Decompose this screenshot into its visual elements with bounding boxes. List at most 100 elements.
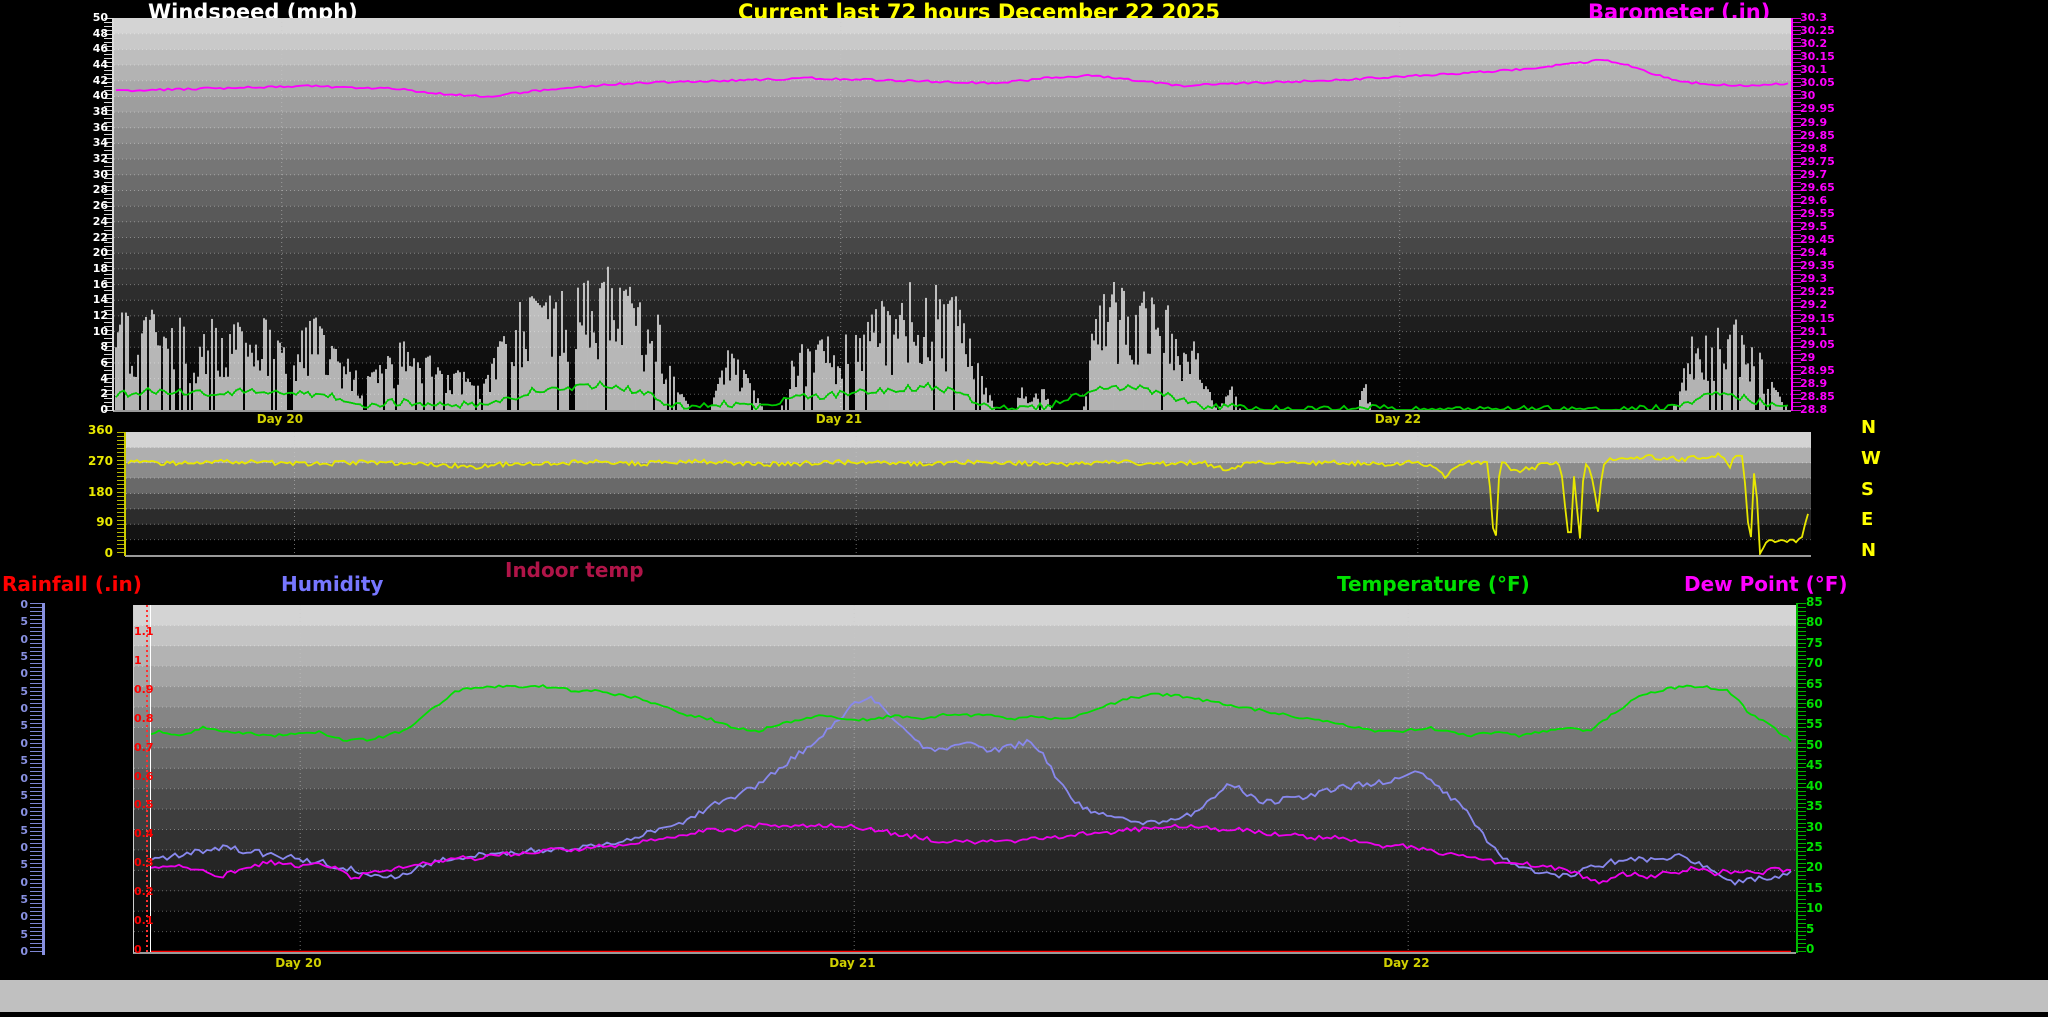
axis-tick-label: 29.8 xyxy=(1800,143,1827,154)
axis-tick-label: Day 20 xyxy=(275,958,321,969)
axis-tick-label: 5 xyxy=(20,755,28,766)
axis-tick-label: Day 22 xyxy=(1383,958,1429,969)
axis-tick-label: 30.05 xyxy=(1800,77,1835,88)
axis-tick-label: 10 xyxy=(1806,903,1823,914)
axis-tick-label: 5 xyxy=(20,929,28,940)
axis-tick-label: 30 xyxy=(1806,822,1823,833)
axis-tick-label: 0 xyxy=(105,548,113,559)
axis-tick-label: 29.55 xyxy=(1800,208,1835,219)
humidity-axis-comb xyxy=(30,603,45,955)
axis-tick-label: 29.1 xyxy=(1800,326,1827,337)
axis-tick-label: 29.95 xyxy=(1800,103,1835,114)
axis-tick-label: 5 xyxy=(20,825,28,836)
axis-tick-label: 29.75 xyxy=(1800,156,1835,167)
axis-tick-label: 5 xyxy=(20,686,28,697)
axis-tick-label: 60 xyxy=(1806,699,1823,710)
axis-tick-label: Day 21 xyxy=(829,958,875,969)
axis-tick-label: 35 xyxy=(1806,801,1823,812)
rainfall-dashed-line xyxy=(146,605,148,952)
axis-tick-label: 29.6 xyxy=(1800,195,1827,206)
axis-tick-label: 5 xyxy=(20,790,28,801)
axis-tick-label: 30.15 xyxy=(1800,51,1835,62)
axis-tick-label: 30.3 xyxy=(1800,12,1827,23)
axis-tick-label: 0 xyxy=(20,842,28,853)
temperature-humidity-chart xyxy=(133,605,1796,954)
axis-tick-label: 29.25 xyxy=(1800,286,1835,297)
axis-tick-label: 28.9 xyxy=(1800,378,1827,389)
axis-tick-label: 5 xyxy=(20,720,28,731)
axis-tick-label: 5 xyxy=(20,651,28,662)
temperature-axis-comb xyxy=(1796,603,1806,953)
axis-tick-label: 29.2 xyxy=(1800,299,1827,310)
axis-tick-label: 5 xyxy=(20,859,28,870)
indoor-temp-label: Indoor temp xyxy=(505,558,644,582)
axis-tick-label: 0 xyxy=(20,738,28,749)
rainfall-label: Rainfall (.in) xyxy=(2,572,142,596)
axis-tick-label: 29.3 xyxy=(1800,273,1827,284)
wind-direction-chart xyxy=(125,432,1811,557)
axis-tick-label: 30.2 xyxy=(1800,38,1827,49)
axis-tick-label: E xyxy=(1861,514,1873,525)
axis-tick-label: 0 xyxy=(20,703,28,714)
axis-tick-label: 0 xyxy=(20,877,28,888)
axis-tick-label: 30.1 xyxy=(1800,64,1827,75)
axis-tick-label: 0 xyxy=(20,911,28,922)
axis-tick-label: 28.95 xyxy=(1800,365,1835,376)
weather-dashboard: Windspeed (mph) Current last 72 hours De… xyxy=(0,0,2048,1017)
axis-tick-label: 180 xyxy=(88,487,113,498)
axis-tick-label: 0 xyxy=(20,634,28,645)
axis-tick-label: 29.4 xyxy=(1800,247,1827,258)
axis-tick-label: 30.25 xyxy=(1800,25,1835,36)
axis-tick-label: 75 xyxy=(1806,638,1823,649)
axis-tick-label: 0 xyxy=(20,599,28,610)
axis-tick-label: 65 xyxy=(1806,679,1823,690)
axis-tick-label: N xyxy=(1861,422,1876,433)
axis-tick-label: 25 xyxy=(1806,842,1823,853)
axis-tick-label: 29.9 xyxy=(1800,117,1827,128)
axis-tick-label: 29.5 xyxy=(1800,221,1827,232)
axis-tick-label: 55 xyxy=(1806,719,1823,730)
axis-tick-label: N xyxy=(1861,545,1876,556)
axis-tick-label: 29.65 xyxy=(1800,182,1835,193)
axis-tick-label: Day 20 xyxy=(257,414,303,425)
chart-start-marker-line xyxy=(150,605,151,952)
axis-tick-label: 40 xyxy=(1806,781,1823,792)
axis-tick-label: W xyxy=(1861,453,1881,464)
axis-tick-label: 0 xyxy=(20,946,28,957)
barometer-axis-comb xyxy=(1791,18,1801,411)
axis-tick-label: 0 xyxy=(20,668,28,679)
axis-tick-label: 29.45 xyxy=(1800,234,1835,245)
axis-tick-label: 20 xyxy=(1806,862,1823,873)
axis-tick-label: Day 21 xyxy=(816,414,862,425)
axis-tick-label: 70 xyxy=(1806,658,1823,669)
axis-tick-label: 85 xyxy=(1806,597,1823,608)
axis-tick-label: 270 xyxy=(88,456,113,467)
axis-tick-label: 29.7 xyxy=(1800,169,1827,180)
axis-tick-label: 29.85 xyxy=(1800,130,1835,141)
axis-tick-label: 90 xyxy=(96,517,113,528)
axis-tick-label: 29.15 xyxy=(1800,313,1835,324)
temperature-label: Temperature (°F) xyxy=(1337,572,1530,596)
axis-tick-label: 29.35 xyxy=(1800,260,1835,271)
direction-axis-comb xyxy=(117,432,126,556)
windspeed-axis-comb xyxy=(104,18,114,411)
axis-tick-label: 28.8 xyxy=(1800,404,1827,415)
window-bottom-bar xyxy=(0,980,2048,1012)
axis-tick-label: 28.85 xyxy=(1800,391,1835,402)
axis-tick-label: 0 xyxy=(20,773,28,784)
axis-tick-label: 0 xyxy=(20,807,28,818)
axis-tick-label: 0 xyxy=(1806,944,1814,955)
axis-tick-label: S xyxy=(1861,484,1874,495)
axis-tick-label: 29.05 xyxy=(1800,339,1835,350)
windspeed-barometer-chart xyxy=(113,18,1791,412)
axis-tick-label: 80 xyxy=(1806,617,1823,628)
axis-tick-label: 5 xyxy=(1806,924,1814,935)
axis-tick-label: 15 xyxy=(1806,883,1823,894)
axis-tick-label: 50 xyxy=(1806,740,1823,751)
axis-tick-label: 29 xyxy=(1800,352,1815,363)
axis-tick-label: 45 xyxy=(1806,760,1823,771)
axis-tick-label: 5 xyxy=(20,894,28,905)
humidity-label: Humidity xyxy=(281,572,383,596)
axis-tick-label: 30 xyxy=(1800,90,1815,101)
axis-tick-label: 5 xyxy=(20,616,28,627)
